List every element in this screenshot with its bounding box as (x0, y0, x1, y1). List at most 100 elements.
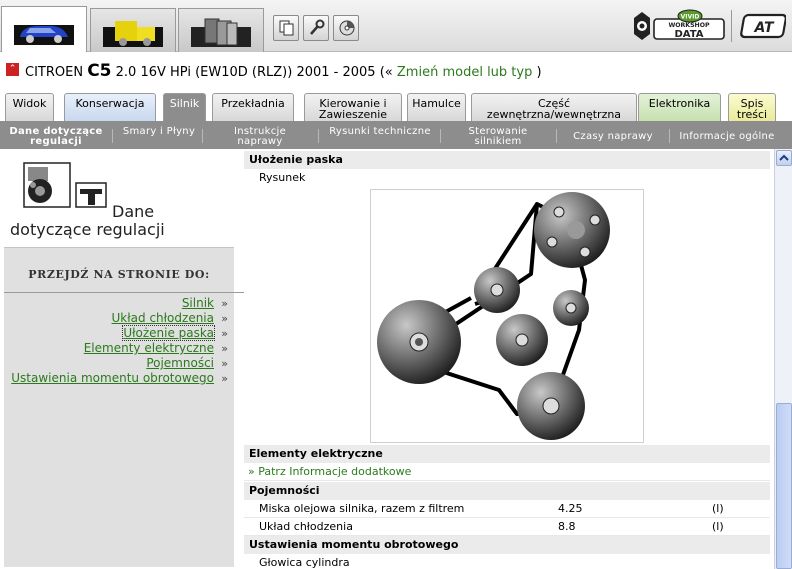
main-content: Ułożenie paska Rysunek Elementy elektryc… (244, 149, 774, 569)
subnav-divider (669, 129, 670, 143)
tab-label: Część zewnętrzna/wewnętrzna (486, 97, 622, 121)
adjustment-data-icon (23, 162, 107, 208)
tab-przekladnia[interactable]: Przekładnia (212, 93, 294, 121)
tab-label: Silnik (169, 97, 200, 110)
tab-label: Konserwacja (75, 97, 145, 110)
tab-label: Hamulce (412, 97, 461, 110)
subnav-sterowanie-silnikiem[interactable]: Sterowanie silnikiem (448, 127, 548, 147)
capacity-value: 4.25 (558, 502, 583, 515)
vertical-scrollbar[interactable] (774, 149, 792, 569)
see-additional-info-link[interactable]: » Patrz Informacje dodatkowe (248, 463, 411, 481)
car-icon (14, 25, 74, 45)
tab-kierowanie[interactable]: Kierowanie i Zawieszenie (304, 93, 402, 121)
subnav-divider (112, 129, 113, 143)
copy-pages-icon (279, 20, 294, 36)
tab-widok[interactable]: Widok (5, 93, 54, 121)
tab-label: Przekładnia (221, 97, 285, 110)
jump-link-ulozenie-paska[interactable]: Ułożenie paska (122, 325, 215, 341)
tab-elektronika[interactable]: Elektronika (638, 93, 721, 121)
jump-arrow: » (221, 357, 228, 370)
truck-icon (103, 21, 163, 47)
capacity-unit: (l) (712, 520, 724, 533)
change-model-close: ) (536, 65, 542, 80)
tab-label: Spis treści (736, 97, 768, 121)
subnav-czasy-naprawy[interactable]: Czasy naprawy (564, 132, 662, 142)
tab-label: Widok (12, 97, 47, 110)
category-tabs: Widok Konserwacja Silnik Przekładnia Kie… (0, 93, 792, 121)
vehicle-tab-cars[interactable] (1, 6, 87, 52)
change-model-link[interactable]: Zmień model lub typ (397, 65, 532, 80)
jump-arrow: » (221, 372, 228, 385)
chevron-up-icon (779, 154, 789, 161)
table-row: Układ chłodzenia 8.8 (l) (244, 518, 770, 536)
section-pojemnosci: Pojemności (244, 482, 770, 500)
capacity-label: Miska olejowa silnika, razem z filtrem (259, 502, 465, 515)
jump-arrow: » (221, 327, 228, 340)
logo-badge-text: VIVID (681, 14, 700, 21)
at-logo: AT (740, 13, 786, 39)
tab-konserwacja[interactable]: Konserwacja (64, 93, 156, 121)
tools-button[interactable] (303, 15, 329, 41)
wrench-key-icon (310, 19, 325, 35)
model-line: ⌃ CITROEN C5 2.0 16V HPi (EW10D (RLZ)) 2… (0, 56, 792, 86)
subnav-smary-plyny[interactable]: Smary i Płyny (120, 127, 198, 137)
jump-arrow: » (221, 342, 228, 355)
subnav-divider (440, 129, 441, 143)
belt-routing-diagram (370, 189, 644, 443)
scroll-up-button[interactable] (776, 150, 792, 166)
jump-header: PRZEJDŹ NA STRONIE DO: (28, 268, 210, 281)
jump-arrow: » (221, 312, 228, 325)
jump-to-box: PRZEJDŹ NA STRONIE DO: Silnik » Układ ch… (4, 247, 244, 567)
model-description: CITROEN C5 2.0 16V HPi (EW10D (RLZ)) 200… (25, 61, 542, 81)
panel-title: Dane dotyczące regulacji (10, 203, 240, 239)
scroll-thumb[interactable] (776, 403, 792, 569)
subnav-dane-regulacji[interactable]: Dane dotyczące regulacji (4, 127, 108, 147)
jump-link-ustawienia-momentu[interactable]: Ustawienia momentu obrotowego (11, 371, 214, 385)
vehicle-tab-trucks[interactable] (90, 8, 176, 52)
tab-czesc-zewnetrzna[interactable]: Część zewnętrzna/wewnętrzna (471, 93, 637, 121)
jump-link-silnik[interactable]: Silnik (182, 296, 214, 310)
tab-label: Kierowanie i Zawieszenie (318, 97, 388, 121)
logo-divider (731, 10, 732, 42)
logo-line2: DATA (674, 29, 703, 40)
table-row: Miska olejowa silnika, razem z filtrem 4… (244, 500, 770, 518)
vehicle-model: C5 (87, 61, 112, 81)
logo-line1: WORKSHOP (668, 22, 710, 29)
drawing-label: Rysunek (259, 171, 306, 184)
subnav-divider (318, 129, 319, 143)
vehicle-make: CITROEN (25, 65, 84, 80)
electrical-link-row: » Patrz Informacje dodatkowe (244, 463, 770, 481)
jump-header-divider (4, 292, 244, 293)
torque-label: Głowica cylindra (259, 556, 350, 569)
tab-hamulce[interactable]: Hamulce (407, 93, 466, 121)
panel-title-line2: dotyczące regulacji (10, 220, 165, 239)
tab-label: Elektronika (648, 97, 711, 110)
citroen-chevron-icon: ⌃ (6, 63, 19, 76)
subnav-instrukcje-naprawy[interactable]: Instrukcje naprawy (210, 127, 310, 147)
copy-button[interactable] (273, 15, 299, 41)
capacity-unit: (l) (712, 502, 724, 515)
disc-button[interactable] (333, 15, 359, 41)
jump-link-uklad-chlodzenia[interactable]: Układ chłodzenia (112, 311, 214, 325)
table-row: Głowica cylindra (244, 554, 770, 569)
at-logo-text: AT (753, 20, 774, 36)
documents-icon (191, 18, 251, 47)
panel-title-line1: Dane (112, 202, 155, 221)
jump-link-pojemnosci[interactable]: Pojemności (146, 356, 214, 370)
capacity-label: Układ chłodzenia (259, 520, 353, 533)
capacity-value: 8.8 (558, 520, 576, 533)
subnav-divider (556, 129, 557, 143)
left-panel: Dane dotyczące regulacji PRZEJDŹ NA STRO… (0, 149, 244, 569)
jump-link-elementy-elektryczne[interactable]: Elementy elektryczne (84, 341, 214, 355)
section-ulozenie-paska: Ułożenie paska (244, 151, 770, 169)
change-model-open: (« (379, 65, 393, 80)
sub-navigation: Dane dotyczące regulacji Smary i Płyny I… (0, 121, 792, 149)
workshop-data-logo: VIVID WORKSHOP DATA (634, 9, 725, 40)
subnav-informacje-ogolne[interactable]: Informacje ogólne (674, 132, 780, 142)
tab-silnik[interactable]: Silnik (163, 93, 206, 121)
subnav-rysunki-techniczne[interactable]: Rysunki techniczne (326, 127, 434, 137)
tab-spis-tresci[interactable]: Spis treści (728, 93, 776, 121)
vehicle-spec: 2.0 16V HPi (EW10D (RLZ)) 2001 - 2005 (115, 65, 376, 80)
jump-arrow: » (221, 297, 228, 310)
vehicle-tab-documents[interactable] (178, 8, 264, 52)
